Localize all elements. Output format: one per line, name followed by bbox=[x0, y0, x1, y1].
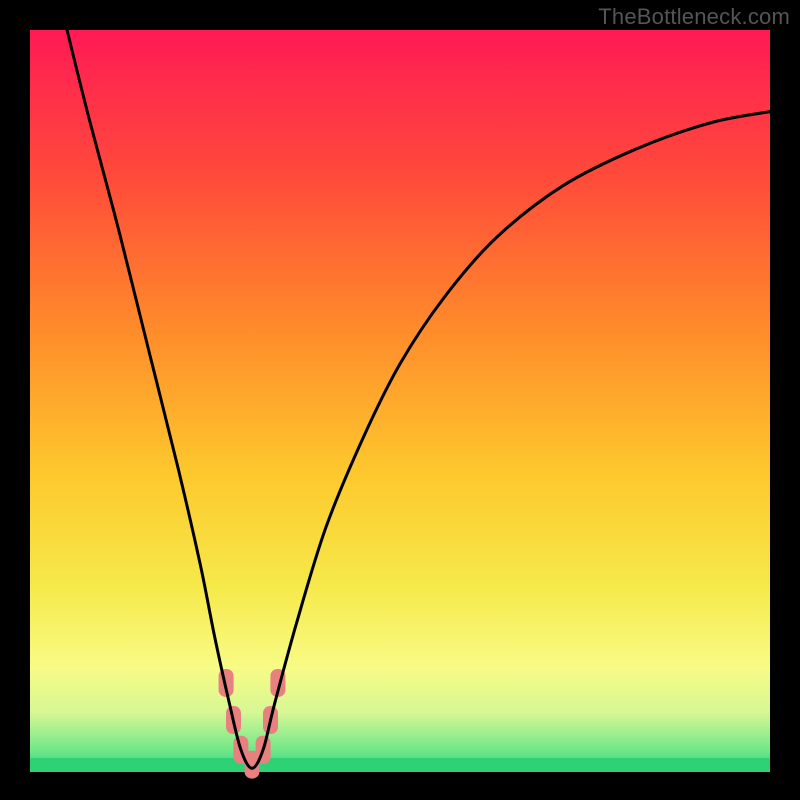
baseline-green bbox=[30, 758, 770, 772]
chart-stage: { "watermark": "TheBottleneck.com", "cha… bbox=[0, 0, 800, 800]
watermark-text: TheBottleneck.com bbox=[598, 4, 790, 30]
bottleneck-chart bbox=[0, 0, 800, 800]
